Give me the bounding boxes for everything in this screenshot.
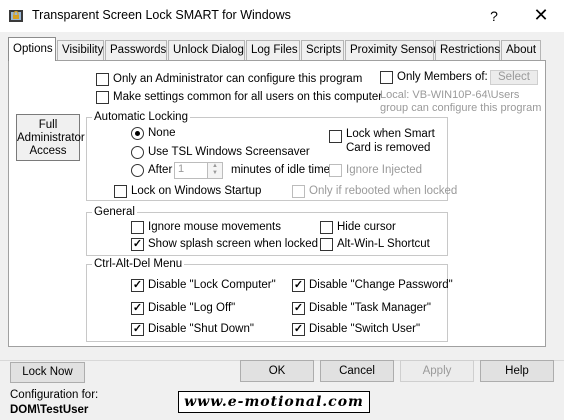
lock-now-button[interactable]: Lock Now [10, 362, 85, 383]
tab-log-files[interactable]: Log Files [246, 40, 300, 60]
tsl-screensaver-radio[interactable] [131, 146, 144, 159]
tab-restrictions[interactable]: Restrictions [435, 40, 500, 60]
none-label: None [148, 127, 176, 139]
alt-win-l-checkbox[interactable] [320, 238, 333, 251]
tsl-screensaver-label: Use TSL Windows Screensaver [148, 146, 310, 158]
minutes-idle-label: minutes of idle time [231, 164, 331, 176]
ignore-injected-label: Ignore Injected [346, 164, 423, 176]
tab-scripts[interactable]: Scripts [301, 40, 344, 60]
tab-unlock-dialog[interactable]: Unlock Dialog [168, 40, 245, 60]
idle-minutes-spinner[interactable]: ▲ ▼ [208, 162, 223, 179]
members-of-label: Only Members of: [397, 71, 488, 83]
config-user: DOM\TestUser [10, 404, 89, 416]
disable-lock-computer-label: Disable "Lock Computer" [148, 279, 276, 291]
only-rebooted-checkbox[interactable] [292, 185, 305, 198]
tab-options[interactable]: Options [8, 37, 56, 61]
select-group-button[interactable]: Select [490, 70, 538, 85]
common-settings-checkbox[interactable] [96, 91, 109, 104]
tab-visibility[interactable]: Visibility [57, 40, 104, 60]
tab-about[interactable]: About [501, 40, 541, 60]
idle-minutes-input[interactable]: 1 [174, 162, 208, 179]
brand-logo: www.e-motional.com [178, 391, 370, 413]
after-idle-radio[interactable] [131, 164, 144, 177]
group-info-text: Local: VB-WIN10P-64\Users group can conf… [380, 89, 542, 114]
hide-cursor-label: Hide cursor [337, 221, 396, 233]
disable-change-password-label: Disable "Change Password" [309, 279, 453, 291]
lock-smart-card-label: Lock when Smart Card is removed [346, 128, 435, 154]
disable-lock-computer-checkbox[interactable]: ✓ [131, 279, 144, 292]
window-title: Transparent Screen Lock SMART for Window… [32, 8, 291, 22]
only-rebooted-label: Only if rebooted when locked [309, 185, 458, 197]
help-button[interactable]: Help [480, 360, 554, 382]
disable-task-manager-checkbox[interactable]: ✓ [292, 302, 305, 315]
splash-screen-checkbox[interactable]: ✓ [131, 238, 144, 251]
tab-proximity-sensor[interactable]: Proximity Sensor [345, 40, 437, 60]
ignore-injected-checkbox[interactable] [329, 164, 342, 177]
tab-passwords[interactable]: Passwords [105, 40, 167, 60]
help-title-button[interactable]: ? [474, 0, 514, 32]
apply-button[interactable]: Apply [400, 360, 474, 382]
ctrl-alt-del-title: Ctrl-Alt-Del Menu [92, 258, 185, 270]
automatic-locking-title: Automatic Locking [92, 111, 190, 123]
disable-switch-user-label: Disable "Switch User" [309, 323, 421, 335]
splash-screen-label: Show splash screen when locked [148, 238, 319, 250]
disable-task-manager-label: Disable "Task Manager" [309, 302, 431, 314]
disable-log-off-checkbox[interactable]: ✓ [131, 302, 144, 315]
lock-smart-card-checkbox[interactable] [329, 130, 342, 143]
alt-win-l-label: Alt-Win-L Shortcut [337, 238, 430, 250]
admin-only-checkbox[interactable] [96, 73, 109, 86]
lock-startup-checkbox[interactable] [114, 185, 127, 198]
lock-startup-label: Lock on Windows Startup [131, 185, 262, 197]
after-label: After [148, 164, 173, 176]
ignore-mouse-label: Ignore mouse movements [148, 221, 281, 233]
admin-only-label: Only an Administrator can configure this… [113, 73, 363, 85]
ignore-mouse-checkbox[interactable] [131, 221, 144, 234]
app-lock-icon [9, 10, 23, 22]
disable-shut-down-checkbox[interactable]: ✓ [131, 323, 144, 336]
common-settings-label: Make settings common for all users on th… [113, 91, 383, 103]
ok-button[interactable]: OK [240, 360, 314, 382]
none-radio[interactable] [131, 127, 144, 140]
disable-switch-user-checkbox[interactable]: ✓ [292, 323, 305, 336]
config-for-label: Configuration for: [10, 389, 99, 401]
hide-cursor-checkbox[interactable] [320, 221, 333, 234]
disable-log-off-label: Disable "Log Off" [148, 302, 236, 314]
disable-shut-down-label: Disable "Shut Down" [148, 323, 254, 335]
close-button[interactable]: ✕ [518, 0, 564, 32]
general-title: General [92, 206, 137, 218]
full-admin-access-button[interactable]: Full Administrator Access [16, 114, 85, 161]
disable-change-password-checkbox[interactable]: ✓ [292, 279, 305, 292]
cancel-button[interactable]: Cancel [320, 360, 394, 382]
members-of-checkbox[interactable] [380, 71, 393, 84]
